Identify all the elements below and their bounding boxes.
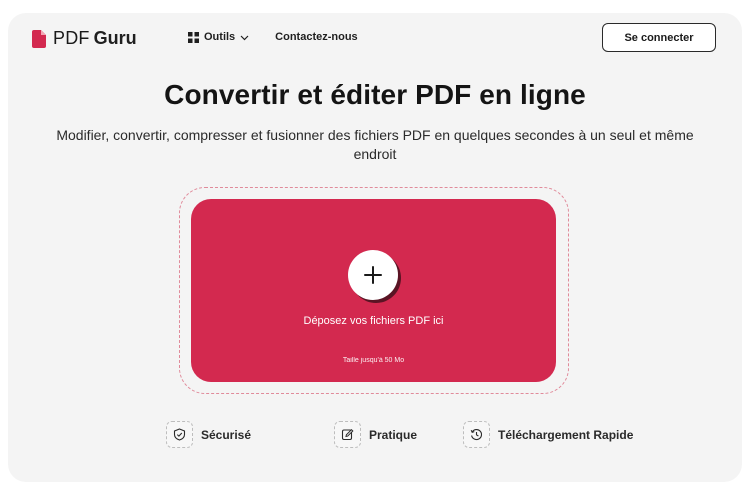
feature-secure: Sécurisé xyxy=(166,421,251,448)
dropzone-label: Déposez vos fichiers PDF ici xyxy=(303,315,444,327)
file-dropzone[interactable]: Déposez vos fichiers PDF ici Taille jusq… xyxy=(191,199,556,382)
main-nav: Outils Contactez-nous xyxy=(188,31,358,43)
feature-secure-label: Sécurisé xyxy=(201,427,252,442)
dropzone-size-note: Taille jusqu'à 50 Mo xyxy=(342,357,405,364)
login-button[interactable]: Se connecter xyxy=(602,23,716,52)
feature-fast-download-iconbox xyxy=(463,421,490,448)
plus-icon xyxy=(364,266,382,284)
page-title: Convertir et éditer PDF en ligne xyxy=(164,79,586,110)
feature-fast-download: Téléchargement Rapide xyxy=(463,421,633,448)
feature-fast-download-label: Téléchargement Rapide xyxy=(498,427,634,442)
feature-secure-iconbox xyxy=(166,421,193,448)
edit-icon xyxy=(341,428,354,441)
feature-practical-iconbox xyxy=(334,421,361,448)
shield-check-icon xyxy=(173,428,186,441)
nav-contact-link[interactable]: Contactez-nous xyxy=(275,31,358,43)
dropzone-frame: Déposez vos fichiers PDF ici Taille jusq… xyxy=(179,187,569,394)
logo-guru-text: Guru xyxy=(93,28,137,48)
nav-tools-menu[interactable]: Outils xyxy=(188,31,249,43)
clock-history-icon xyxy=(470,429,483,441)
logo[interactable]: PDF Guru xyxy=(32,28,137,49)
add-file-button[interactable] xyxy=(348,250,398,300)
logo-pdf-text: PDF xyxy=(53,28,90,48)
grid-icon xyxy=(188,31,199,43)
page-card: PDF Guru Outils Contactez-nous Se connec… xyxy=(8,13,742,482)
page-subtitle: Modifier, convertir, compresser et fusio… xyxy=(56,127,694,162)
feature-practical-label: Pratique xyxy=(369,427,418,442)
feature-practical: Pratique xyxy=(334,421,417,448)
nav-tools-label: Outils xyxy=(204,31,236,43)
chevron-down-icon xyxy=(240,35,249,40)
pdf-file-icon xyxy=(32,29,46,48)
